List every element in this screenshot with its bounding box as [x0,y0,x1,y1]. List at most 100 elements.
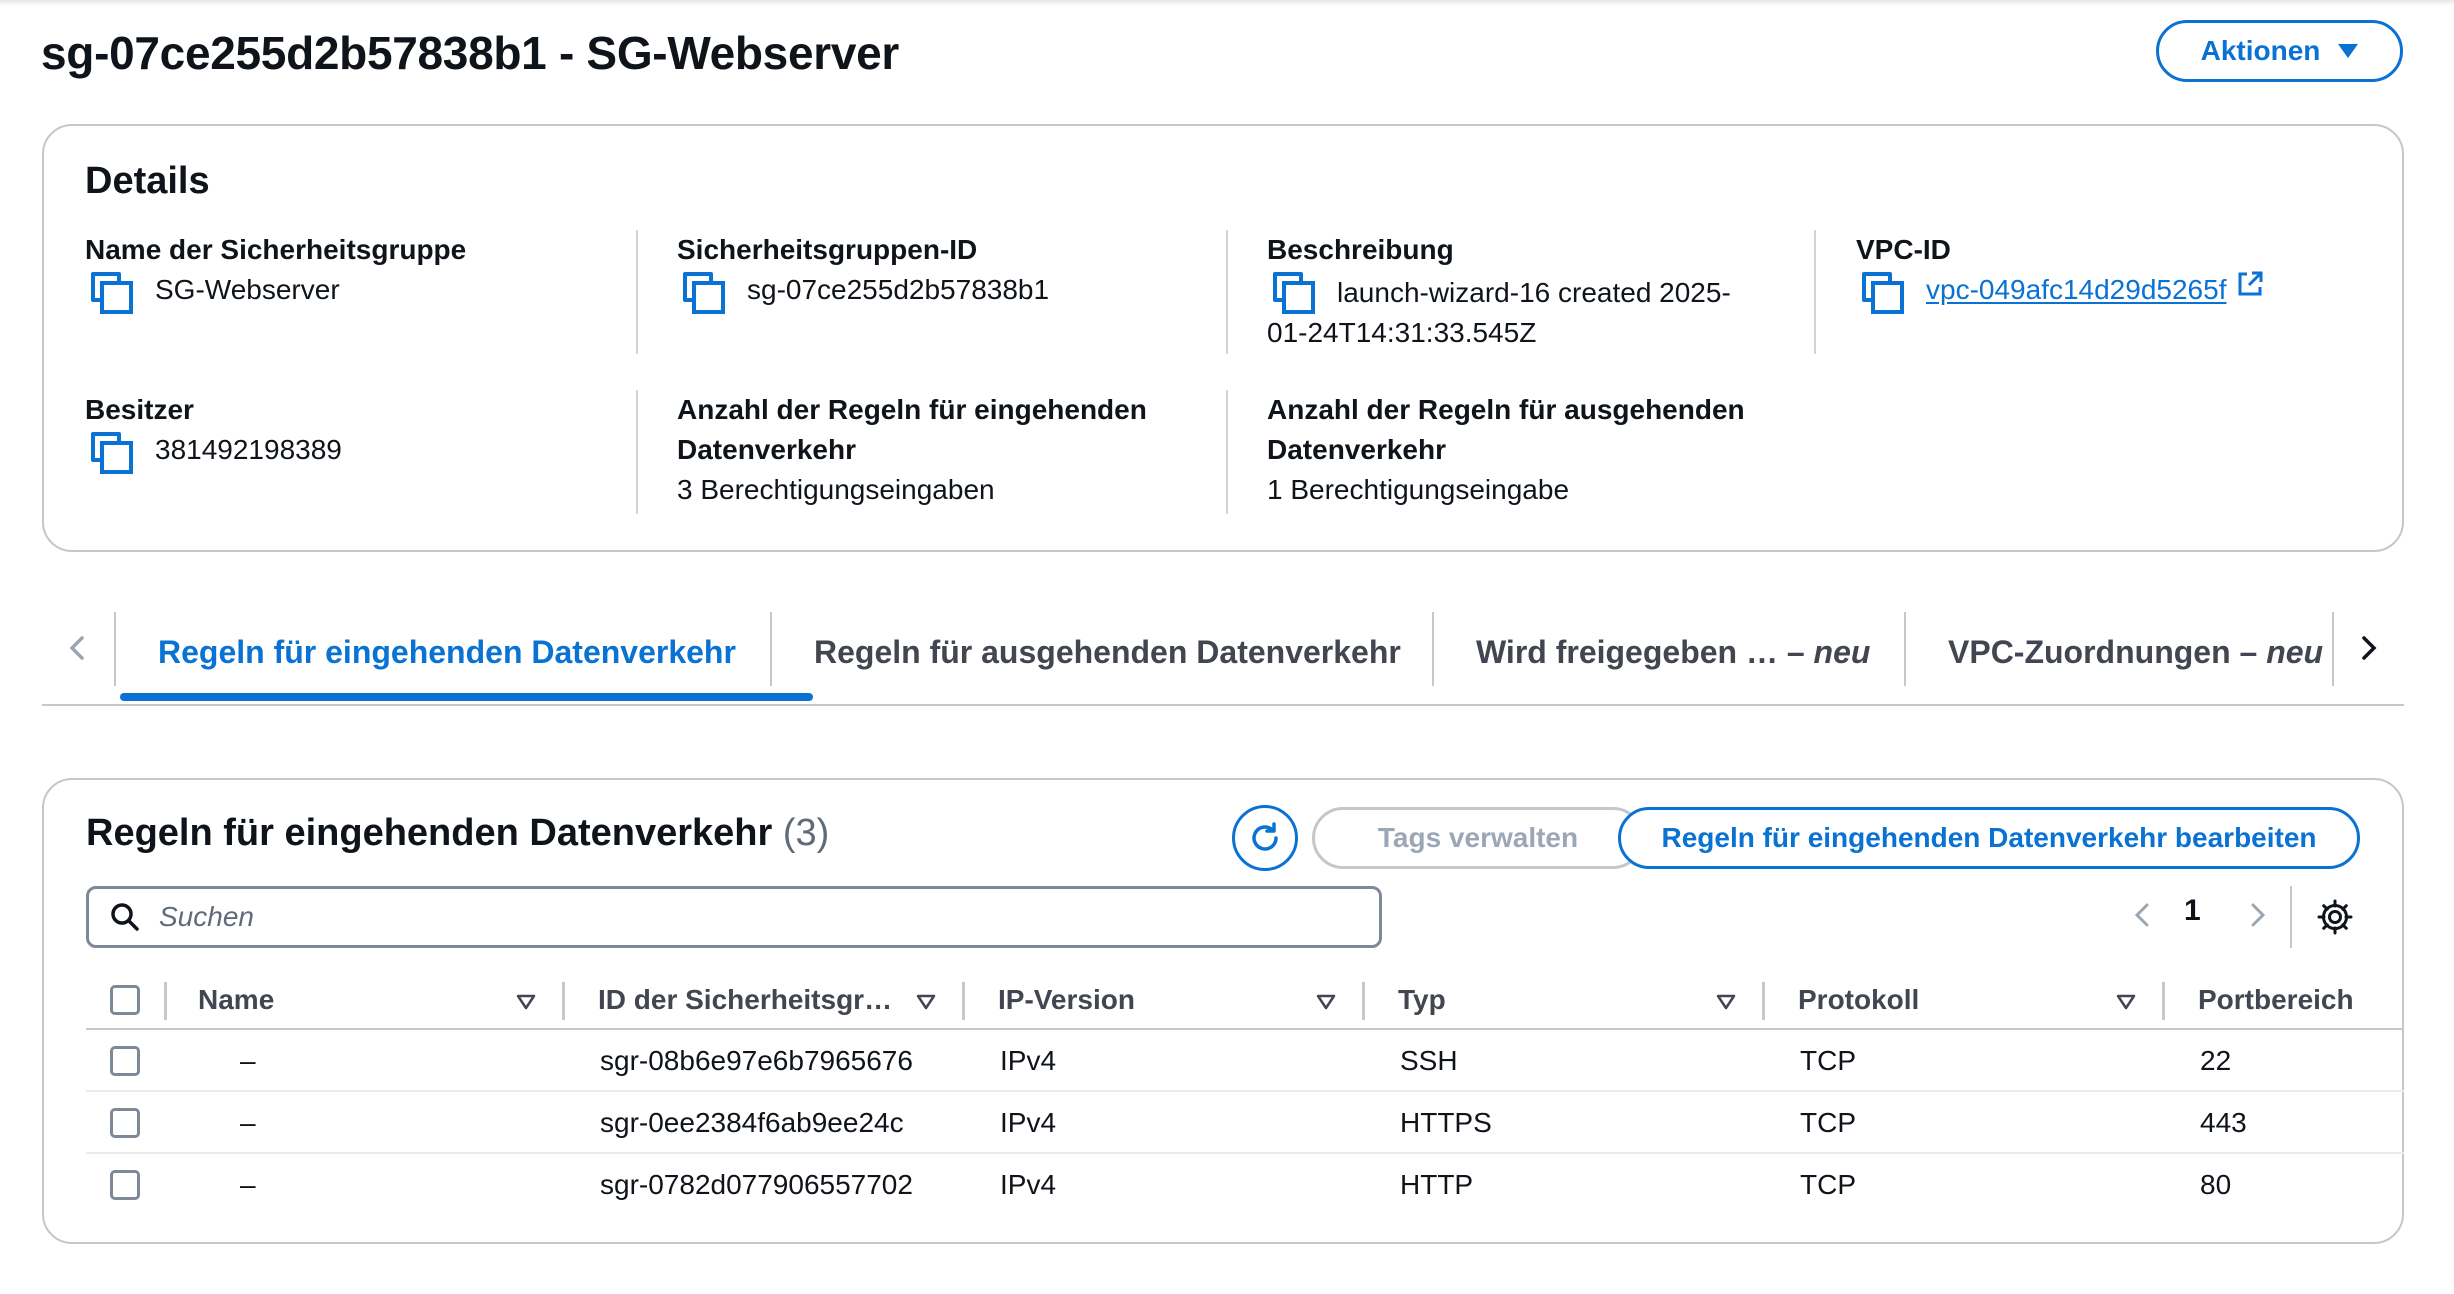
tab-sharing[interactable]: Wird freigegeben … – neu [1476,600,1870,704]
actions-button[interactable]: Aktionen [2156,20,2403,82]
column-header-sg-rule-id[interactable]: ID der Sicherheitsgr… [598,970,892,1030]
inbound-count-value: 3 Berechtigungseingaben [677,474,995,505]
field-label-line1: Anzahl der Regeln für eingehenden [677,394,1147,425]
external-link-icon [2238,271,2263,296]
field-owner: Besitzer 381492198389 [85,390,342,474]
cell-rule-id: sgr-0782d077906557702 [600,1169,913,1200]
sg-name-value: SG-Webserver [155,274,340,305]
cell-rule-id: sgr-08b6e97e6b7965676 [600,1045,913,1076]
column-header-type[interactable]: Typ [1398,970,1446,1030]
copy-icon[interactable] [91,272,133,314]
search-icon [111,903,139,931]
field-label: Beschreibung [1267,234,1454,265]
cell-type: HTTPS [1400,1107,1492,1138]
search-field[interactable] [86,886,1382,948]
pagination-prev-icon[interactable] [2126,898,2160,932]
tab-outbound-rules[interactable]: Regeln für ausgehenden Datenverkehr [814,600,1401,704]
cell-port-range: 22 [2200,1045,2232,1076]
field-label: VPC-ID [1856,234,1951,265]
field-value: launch-wizard-16 created 2025- 01-24T14:… [1267,270,1787,353]
field-description: Beschreibung launch-wizard-16 created 20… [1267,230,1787,353]
chevron-left-icon[interactable] [58,628,98,668]
field-label: Besitzer [85,394,194,425]
table-row[interactable]: – sgr-08b6e97e6b7965676 IPv4 SSH TCP 22 [86,1030,2404,1092]
refresh-button[interactable] [1232,805,1298,871]
field-label-line2: Datenverkehr [677,434,856,465]
field-sg-id: Sicherheitsgruppen-ID sg-07ce255d2b57838… [677,230,1050,314]
vpc-id-link[interactable]: vpc-049afc14d29d5265f [1926,270,2226,310]
column-header-protocol[interactable]: Protokoll [1798,970,1919,1030]
tab-new-badge: neu [1813,633,1871,670]
sort-icon[interactable] [2116,992,2136,1012]
cell-name: – [240,1045,256,1076]
tab-divider [114,612,116,686]
tab-label: Wird freigegeben … – [1476,633,1814,670]
field-label: Name der Sicherheitsgruppe [85,234,467,265]
table-row[interactable]: – sgr-0ee2384f6ab9ee24c IPv4 HTTPS TCP 4… [86,1092,2404,1154]
column-divider [2162,982,2165,1020]
row-checkbox[interactable] [110,1046,140,1076]
search-input[interactable] [159,901,1339,933]
caret-down-icon [2338,44,2359,58]
tab-divider [1432,612,1434,686]
current-page[interactable]: 1 [2184,894,2201,928]
manage-tags-button[interactable]: Tags verwalten [1312,807,1644,869]
column-divider [1762,982,1765,1020]
cell-ip-version: IPv4 [1000,1107,1057,1138]
select-all-checkbox[interactable] [110,985,140,1015]
tab-inbound-rules[interactable]: Regeln für eingehenden Datenverkehr [158,600,736,704]
rules-count: (3) [782,812,830,854]
sort-icon[interactable] [1716,992,1736,1012]
column-divider [1226,230,1228,354]
tab-divider [1904,612,1906,686]
row-checkbox[interactable] [110,1170,140,1200]
column-header-ip-version[interactable]: IP-Version [998,970,1135,1030]
column-divider [636,390,638,514]
column-divider [1814,230,1816,354]
sort-icon[interactable] [1316,992,1336,1012]
table-row[interactable]: – sgr-0782d077906557702 IPv4 HTTP TCP 80 [86,1154,2404,1216]
edit-inbound-rules-button[interactable]: Regeln für eingehenden Datenverkehr bear… [1618,807,2360,869]
cell-type: SSH [1400,1045,1458,1076]
tab-label: VPC-Zuordnungen – [1948,633,2267,670]
copy-icon[interactable] [683,272,725,314]
tab-new-badge: neu [2266,633,2324,670]
pagination-next-icon[interactable] [2240,898,2274,932]
cell-protocol: TCP [1800,1169,1856,1200]
column-divider [562,982,565,1020]
copy-icon[interactable] [91,432,133,474]
column-header-name[interactable]: Name [198,970,274,1030]
description-line1: launch-wizard-16 created 2025- [1337,277,1731,308]
sort-icon[interactable] [516,992,536,1012]
details-heading: Details [85,160,210,202]
rules-table: Name ID der Sicherheitsgr… IP-Version Ty… [86,970,2404,1216]
page-title: sg-07ce255d2b57838b1 - SG-Webserver [41,27,900,79]
cell-port-range: 80 [2200,1169,2232,1200]
row-checkbox[interactable] [110,1108,140,1138]
copy-icon[interactable] [1273,272,1315,314]
pagination-divider [2290,886,2292,948]
column-divider [1362,982,1365,1020]
sort-icon[interactable] [916,992,936,1012]
tab-bar: Regeln für eingehenden Datenverkehr Rege… [42,600,2404,706]
gear-icon[interactable] [2316,898,2354,936]
cell-protocol: TCP [1800,1045,1856,1076]
details-panel: Details Name der Sicherheitsgruppe SG-We… [42,124,2404,552]
cell-name: – [240,1169,256,1200]
copy-icon[interactable] [1862,272,1904,314]
cell-rule-id: sgr-0ee2384f6ab9ee24c [600,1107,904,1138]
owner-value: 381492198389 [155,434,342,465]
field-label-line1: Anzahl der Regeln für ausgehenden [1267,394,1745,425]
column-divider [636,230,638,354]
column-header-port-range[interactable]: Portbereich [2198,970,2354,1030]
column-divider [962,982,965,1020]
chevron-right-icon[interactable] [2348,628,2388,668]
field-value: 381492198389 [85,430,342,474]
description-line2: 01-24T14:31:33.545Z [1267,317,1537,348]
tab-vpc-associations[interactable]: VPC-Zuordnungen – neu [1948,600,2323,704]
field-value: vpc-049afc14d29d5265f [1856,270,2264,314]
tab-divider [2332,612,2334,686]
sg-id-value: sg-07ce255d2b57838b1 [747,274,1050,305]
inbound-rules-panel: Regeln für eingehenden Datenverkehr (3) … [42,778,2404,1244]
column-divider [1226,390,1228,514]
